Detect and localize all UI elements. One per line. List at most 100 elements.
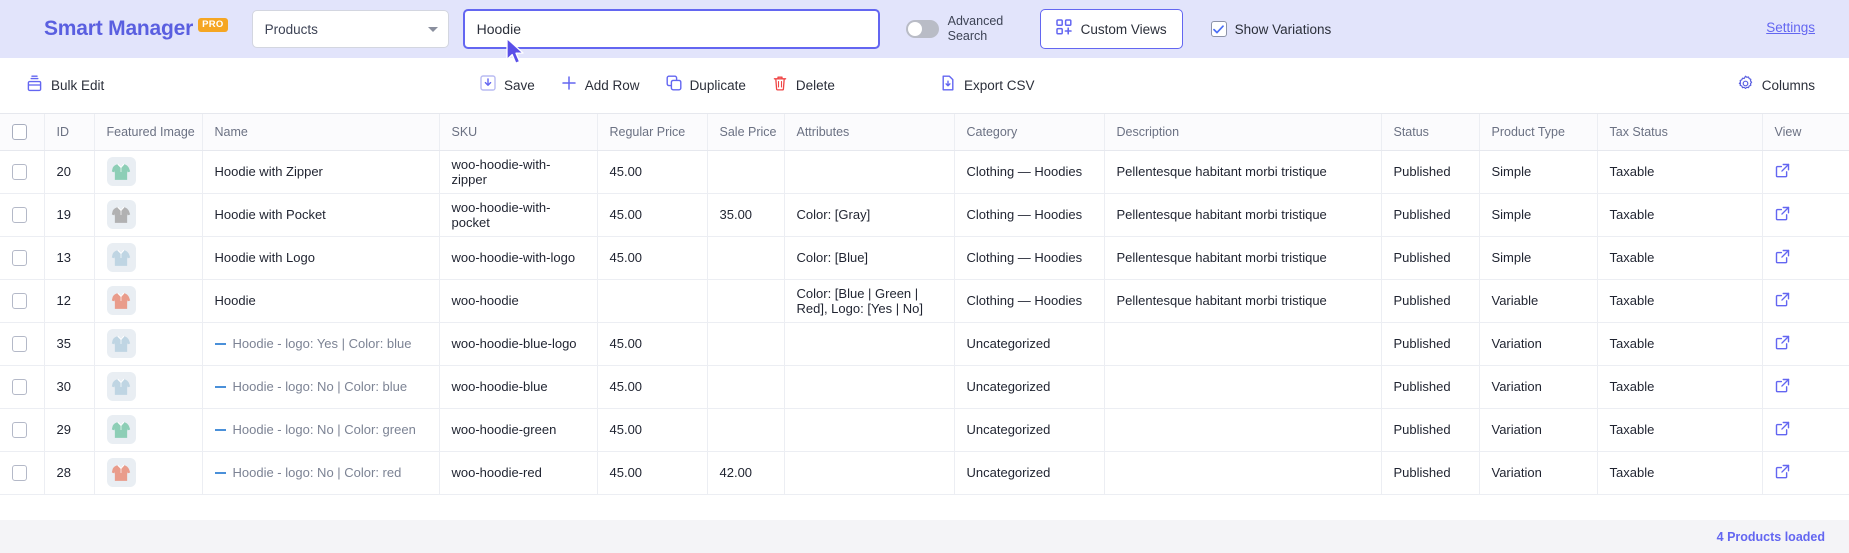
cell-status[interactable]: Published [1381,322,1480,366]
cell-product-type[interactable]: Variation [1479,408,1598,452]
cell-sku[interactable]: woo-hoodie-blue [439,365,598,409]
cell-sale-price[interactable] [707,408,785,452]
row-select-cell[interactable] [0,322,45,366]
cell-category[interactable]: Uncategorized [954,451,1105,495]
external-link-icon[interactable] [1775,378,1790,396]
cell-sale-price[interactable]: 35.00 [707,193,785,237]
cell-attributes[interactable] [784,408,955,452]
cell-attributes[interactable]: Color: [Gray] [784,193,955,237]
header-id[interactable]: ID [44,114,95,151]
row-checkbox[interactable] [12,335,27,352]
cell-tax-status[interactable]: Taxable [1597,322,1763,366]
cell-id[interactable]: 19 [44,193,95,237]
cell-sale-price[interactable] [707,236,785,280]
cell-category[interactable]: Uncategorized [954,408,1105,452]
cell-sku[interactable]: woo-hoodie-with-logo [439,236,598,280]
cell-attributes[interactable] [784,365,955,409]
cell-tax-status[interactable]: Taxable [1597,236,1763,280]
row-select-cell[interactable] [0,451,45,495]
cell-product-type[interactable]: Variation [1479,322,1598,366]
table-row[interactable]: 12 Hoodie woo-hoodie Color: [Blue | Green |… [0,279,1849,323]
cell-name[interactable]: Hoodie with Pocket [202,193,440,237]
cell-tax-status[interactable]: Taxable [1597,193,1763,237]
cell-product-type[interactable]: Simple [1479,150,1598,194]
header-view[interactable]: View [1762,114,1849,151]
external-link-icon[interactable] [1775,464,1790,482]
cell-name[interactable]: Hoodie with Logo [202,236,440,280]
bulk-edit-button[interactable]: Bulk Edit [26,75,104,97]
cell-view[interactable] [1762,365,1849,409]
row-select-cell[interactable] [0,408,45,452]
cell-regular-price[interactable]: 45.00 [597,408,708,452]
cell-description[interactable] [1104,408,1382,452]
cell-sku[interactable]: woo-hoodie-blue-logo [439,322,598,366]
cell-description[interactable]: Pellentesque habitant morbi tristique [1104,236,1382,280]
cell-id[interactable]: 12 [44,279,95,323]
cell-name[interactable]: Hoodie - logo: No | Color: red [202,451,440,495]
select-all-checkbox[interactable] [12,123,27,140]
row-checkbox[interactable] [12,206,27,223]
duplicate-button[interactable]: Duplicate [666,75,746,96]
cell-status[interactable]: Published [1381,150,1480,194]
show-variations-checkbox[interactable] [1210,21,1227,37]
table-row[interactable]: 29 Hoodie - logo: No | Color: green woo-ho… [0,408,1849,452]
cell-status[interactable]: Published [1381,451,1480,495]
cell-featured-image[interactable] [94,236,203,280]
external-link-icon[interactable] [1775,421,1790,439]
cell-tax-status[interactable]: Taxable [1597,365,1763,409]
entity-select[interactable]: Products [251,10,449,48]
cell-tax-status[interactable]: Taxable [1597,279,1763,323]
header-name[interactable]: Name [202,114,440,151]
cell-featured-image[interactable] [94,451,203,495]
header-category[interactable]: Category [954,114,1105,151]
advanced-search-toggle[interactable] [905,20,939,38]
cell-category[interactable]: Clothing — Hoodies [954,236,1105,280]
cell-regular-price[interactable]: 45.00 [597,365,708,409]
cell-id[interactable]: 28 [44,451,95,495]
cell-name[interactable]: Hoodie - logo: No | Color: green [202,408,440,452]
header-attributes[interactable]: Attributes [784,114,955,151]
row-checkbox[interactable] [12,378,27,395]
cell-category[interactable]: Clothing — Hoodies [954,150,1105,194]
settings-link[interactable]: Settings [1766,20,1815,35]
cell-name[interactable]: Hoodie - logo: Yes | Color: blue [202,322,440,366]
cell-product-type[interactable]: Variable [1479,279,1598,323]
cell-category[interactable]: Clothing — Hoodies [954,193,1105,237]
cell-product-type[interactable]: Variation [1479,451,1598,495]
cell-sale-price[interactable] [707,279,785,323]
cell-regular-price[interactable]: 45.00 [597,451,708,495]
table-row[interactable]: 20 Hoodie with Zipper woo-hoodie-with-zipp… [0,150,1849,194]
cell-id[interactable]: 29 [44,408,95,452]
cell-view[interactable] [1762,322,1849,366]
cell-sku[interactable]: woo-hoodie-with-pocket [439,193,598,237]
cell-category[interactable]: Clothing — Hoodies [954,279,1105,323]
external-link-icon[interactable] [1775,163,1790,181]
add-row-button[interactable]: Add Row [561,75,640,96]
external-link-icon[interactable] [1775,292,1790,310]
cell-view[interactable] [1762,279,1849,323]
cell-product-type[interactable]: Simple [1479,236,1598,280]
header-product-type[interactable]: Product Type [1479,114,1598,151]
header-featured-image[interactable]: Featured Image [94,114,203,151]
cell-description[interactable]: Pellentesque habitant morbi tristique [1104,150,1382,194]
cell-sale-price[interactable]: 42.00 [707,451,785,495]
cell-name[interactable]: Hoodie with Zipper [202,150,440,194]
header-description[interactable]: Description [1104,114,1382,151]
cell-featured-image[interactable] [94,322,203,366]
cell-tax-status[interactable]: Taxable [1597,150,1763,194]
columns-inner[interactable]: Columns [1737,75,1815,97]
header-sale-price[interactable]: Sale Price [707,114,785,151]
cell-tax-status[interactable]: Taxable [1597,451,1763,495]
cell-name[interactable]: Hoodie - logo: No | Color: blue [202,365,440,409]
cell-category[interactable]: Uncategorized [954,322,1105,366]
row-checkbox[interactable] [12,163,27,180]
cell-status[interactable]: Published [1381,193,1480,237]
external-link-icon[interactable] [1775,206,1790,224]
save-button[interactable]: Save [480,75,535,96]
cell-view[interactable] [1762,408,1849,452]
header-status[interactable]: Status [1381,114,1480,151]
columns-button[interactable]: Columns [1737,75,1815,97]
cell-id[interactable]: 20 [44,150,95,194]
cell-tax-status[interactable]: Taxable [1597,408,1763,452]
row-checkbox[interactable] [12,249,27,266]
